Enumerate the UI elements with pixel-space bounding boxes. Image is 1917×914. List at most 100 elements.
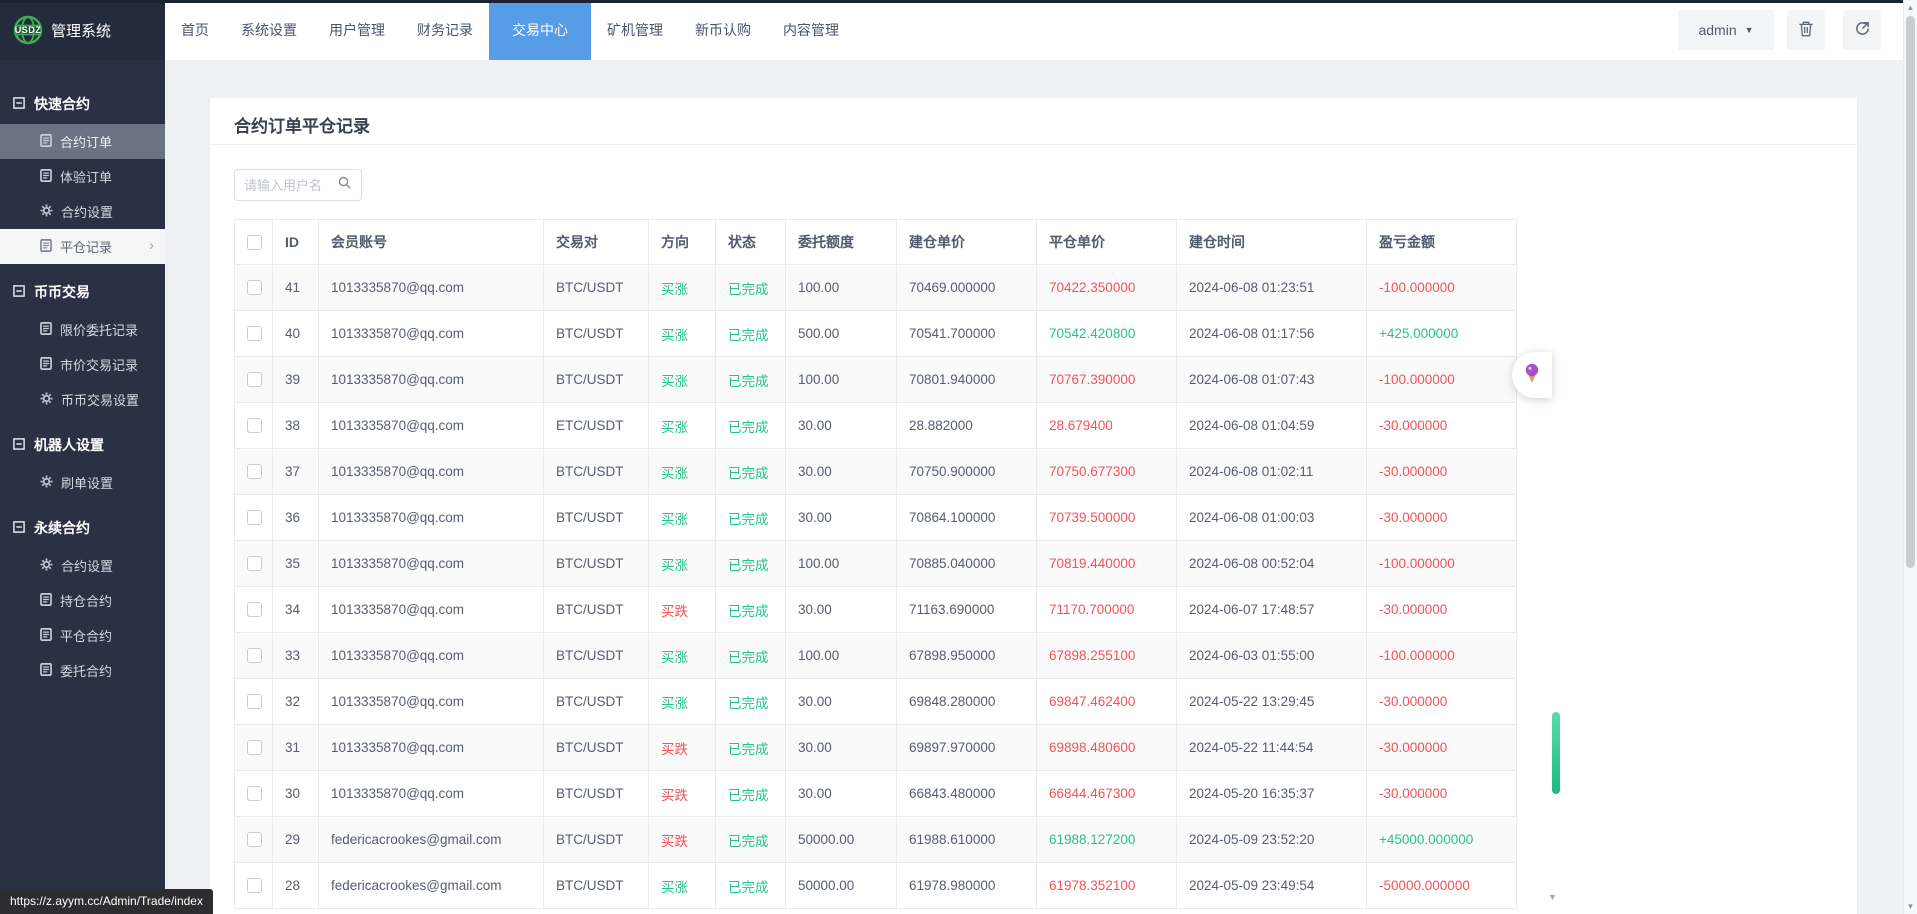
sidebar-section-title[interactable]: 机器人设置 <box>0 425 165 465</box>
doc-icon <box>40 322 52 338</box>
row-checkbox[interactable] <box>247 510 262 525</box>
row-checkbox[interactable] <box>247 418 262 433</box>
nav-tab-6[interactable]: 矿机管理 <box>591 0 679 60</box>
cell-id: 38 <box>273 403 319 449</box>
nav-tab-3[interactable]: 用户管理 <box>313 0 401 60</box>
cell-amount: 100.00 <box>786 265 897 311</box>
row-checkbox[interactable] <box>247 602 262 617</box>
sidebar-item[interactable]: 币币交易设置› <box>0 382 165 417</box>
row-checkbox[interactable] <box>247 832 262 847</box>
table-row: 381013335870@qq.comETC/USDT买涨已完成30.0028.… <box>235 403 1517 449</box>
cell-amount: 50000.00 <box>786 863 897 909</box>
cell-open_price: 71163.690000 <box>897 587 1037 633</box>
cell-profit: -30.000000 <box>1367 771 1517 817</box>
inner-scrollbar-down-arrow[interactable]: ▼ <box>1548 892 1557 902</box>
cell-time: 2024-06-08 01:23:51 <box>1177 265 1367 311</box>
cell-close_price: 70422.350000 <box>1037 265 1177 311</box>
column-header: 会员账号 <box>319 220 544 265</box>
nav-tab-5[interactable]: 交易中心 <box>489 0 591 60</box>
cell-id: 34 <box>273 587 319 633</box>
scrollbar-down-arrow[interactable]: ▼ <box>1904 902 1917 911</box>
sidebar-item[interactable]: 持仓合约› <box>0 583 165 618</box>
cell-pair: BTC/USDT <box>544 265 649 311</box>
cell-profit: -30.000000 <box>1367 587 1517 633</box>
globe-logo-icon: USDZ <box>12 14 44 46</box>
cell-close_price: 71170.700000 <box>1037 587 1177 633</box>
scrollbar-up-arrow[interactable]: ▲ <box>1904 3 1917 12</box>
row-checkbox-cell <box>235 311 273 357</box>
app-logo[interactable]: USDZ 管理系统 <box>0 0 165 60</box>
search-icon[interactable] <box>337 175 352 195</box>
row-checkbox-cell <box>235 633 273 679</box>
row-checkbox-cell <box>235 495 273 541</box>
row-checkbox[interactable] <box>247 556 262 571</box>
sidebar-item[interactable]: 限价委托记录› <box>0 312 165 347</box>
scrollbar-thumb[interactable] <box>1906 16 1915 568</box>
export-button[interactable] <box>1843 10 1881 50</box>
cell-direction: 买涨 <box>649 357 716 403</box>
sidebar-item[interactable]: 合约设置› <box>0 548 165 583</box>
cell-id: 31 <box>273 725 319 771</box>
sidebar-item[interactable]: 合约设置› <box>0 194 165 229</box>
cell-status: 已完成 <box>716 633 786 679</box>
sidebar-item[interactable]: 委托合约› <box>0 653 165 688</box>
admin-dropdown-button[interactable]: admin ▼ <box>1678 10 1774 50</box>
row-checkbox-cell <box>235 679 273 725</box>
cell-time: 2024-06-08 01:07:43 <box>1177 357 1367 403</box>
doc-icon <box>40 357 52 373</box>
sidebar-item[interactable]: 市价交易记录› <box>0 347 165 382</box>
cell-status: 已完成 <box>716 265 786 311</box>
window-top-strip <box>0 0 1917 3</box>
sidebar-section-title[interactable]: 币币交易 <box>0 272 165 312</box>
row-checkbox[interactable] <box>247 280 262 295</box>
inner-scrollbar-thumb[interactable] <box>1552 712 1560 794</box>
select-all-checkbox[interactable] <box>247 235 262 250</box>
gear-icon <box>40 392 53 408</box>
sidebar-section-title[interactable]: 快速合约 <box>0 84 165 124</box>
cell-amount: 30.00 <box>786 403 897 449</box>
export-icon <box>1854 20 1871 40</box>
row-checkbox[interactable] <box>247 464 262 479</box>
row-checkbox-cell <box>235 587 273 633</box>
row-checkbox-cell <box>235 403 273 449</box>
nav-tab-4[interactable]: 财务记录 <box>401 0 489 60</box>
trash-button[interactable] <box>1787 10 1825 50</box>
cell-amount: 50000.00 <box>786 817 897 863</box>
nav-tab-7[interactable]: 新币认购 <box>679 0 767 60</box>
nav-tab-2[interactable]: 系统设置 <box>225 0 313 60</box>
cell-id: 41 <box>273 265 319 311</box>
row-checkbox[interactable] <box>247 372 262 387</box>
nav-tab-8[interactable]: 内容管理 <box>767 0 855 60</box>
row-checkbox[interactable] <box>247 786 262 801</box>
collapse-minus-icon <box>13 520 25 536</box>
floating-helper-widget[interactable] <box>1512 352 1552 398</box>
sidebar-section-4: 永续合约合约设置›持仓合约›平仓合约›委托合约› <box>0 508 165 688</box>
sidebar-item[interactable]: 平仓合约› <box>0 618 165 653</box>
row-checkbox[interactable] <box>247 740 262 755</box>
cell-open_price: 28.882000 <box>897 403 1037 449</box>
sidebar-item[interactable]: 平仓记录› <box>0 229 165 264</box>
cell-close_price: 70750.677300 <box>1037 449 1177 495</box>
row-checkbox[interactable] <box>247 878 262 893</box>
sidebar-item[interactable]: 合约订单› <box>0 124 165 159</box>
cell-profit: -30.000000 <box>1367 725 1517 771</box>
sidebar-item[interactable]: 刷单设置› <box>0 465 165 500</box>
nav-tab-1[interactable]: 首页 <box>165 0 225 60</box>
window-scrollbar[interactable]: ▲ ▼ <box>1903 0 1917 914</box>
table-header-row: ID会员账号交易对方向状态委托额度建仓单价平仓单价建仓时间盈亏金额 <box>235 220 1517 265</box>
cell-profit: -100.000000 <box>1367 633 1517 679</box>
row-checkbox[interactable] <box>247 326 262 341</box>
sidebar-section-title[interactable]: 永续合约 <box>0 508 165 548</box>
cell-direction: 买涨 <box>649 449 716 495</box>
row-checkbox[interactable] <box>247 694 262 709</box>
sidebar-item[interactable]: 体验订单› <box>0 159 165 194</box>
cell-account: 1013335870@qq.com <box>319 541 544 587</box>
search-input[interactable] <box>244 178 337 193</box>
row-checkbox[interactable] <box>247 648 262 663</box>
cell-pair: ETC/USDT <box>544 403 649 449</box>
cell-direction: 买涨 <box>649 495 716 541</box>
sidebar-section-2: 币币交易限价委托记录›市价交易记录›币币交易设置› <box>0 272 165 417</box>
cell-time: 2024-05-20 16:35:37 <box>1177 771 1367 817</box>
cell-status: 已完成 <box>716 357 786 403</box>
cell-time: 2024-05-22 11:44:54 <box>1177 725 1367 771</box>
